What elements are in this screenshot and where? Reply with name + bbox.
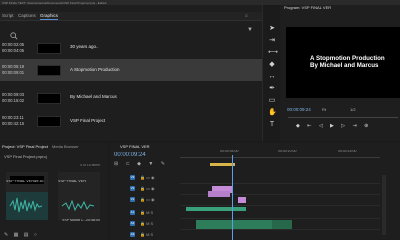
track-divider [180,205,380,206]
title-line-2: By Michael and Marcus [310,62,379,70]
project-footer-icons[interactable]: ✎ ▦ ▤ ○ [4,232,39,238]
track-lock-icon[interactable]: 🔒 ▭ ◉ [140,197,154,202]
ruler-label: 00:00:10:00 [278,150,297,153]
tab-script[interactable]: Script [2,13,14,18]
track-divider [180,229,380,230]
audio-clip[interactable] [272,220,292,229]
caption-thumbnail [37,93,61,104]
caption-in: 00:00:09:03 [2,92,25,97]
caption-row[interactable]: 00:00:09:03 00:00:15:02 By Michael and M… [0,87,262,109]
track-mute-icon[interactable]: 🔒 M S [140,232,153,237]
razor-icon[interactable]: ◆ [268,61,276,69]
project-item-duration: 49:16 [34,180,44,183]
panel-menu-icon[interactable]: ≡ [245,13,248,18]
program-scrubber[interactable] [288,117,398,118]
caption-in: 00:00:02:05 [2,42,25,47]
track-lock-icon[interactable]: 🔒 ▭ ◉ [140,186,154,191]
resolution-select[interactable]: 1/2 [350,108,356,112]
caption-row[interactable]: 00:00:05:19 00:00:09:01 A Stopmotion Pro… [0,59,262,81]
search-input[interactable] [10,27,28,40]
track-divider [180,183,380,184]
caption-row[interactable]: 00:00:23:11 00:00:42:15 VSP Final Projec… [0,112,262,134]
graphic-clip[interactable] [208,191,230,197]
ruler-label: 00:00:15:00 [338,150,357,153]
timeline-timecode[interactable]: 00:00:09:24 [114,152,146,158]
tab-project[interactable]: Project: VSP Final Project [2,145,48,149]
hand-tool-icon[interactable]: ✋ [268,109,277,117]
title-line-1: A Stopmotion Production [310,55,385,62]
track-mute-icon[interactable]: 🔒 M S [140,210,153,215]
audio-waveform-icon [9,197,43,213]
caption-thumbnail [37,43,61,54]
pen-tool-icon[interactable]: ✒ [268,85,276,93]
tab-captions[interactable]: Captions [18,13,36,18]
tools-panel: ➤ ⇥ ⟷ ◆ ↔ ✒ ▭ ✋ T [262,5,281,141]
project-item-name: VSP sound 1... [62,219,86,222]
track-target-v1[interactable]: V1 [130,197,135,202]
caption-row[interactable]: 00:00:02:05 00:00:04:05 30 years ago.. [0,38,262,60]
video-clip[interactable] [238,197,246,203]
timeline-tools[interactable]: ⊞ ⊂ ◆ ▼ ✎ [114,161,168,167]
ruler-label: 00:00:05:00 [220,150,239,153]
caption-out: 00:00:04:05 [2,48,25,53]
filter-icon[interactable]: ▼ [247,27,253,33]
timeline-scrollbar[interactable] [382,175,386,235]
tab-graphics[interactable]: Graphics [40,13,59,20]
track-target-v3[interactable]: V3 [130,175,135,180]
caption-out: 00:00:09:01 [2,70,25,75]
caption-thumbnail [37,116,61,127]
project-item[interactable] [58,192,100,220]
track-select-icon[interactable]: ⇥ [268,37,276,45]
track-target-a3[interactable]: A3 [130,232,135,237]
project-item-name: VSP FINAL VER [58,180,87,183]
caption-thumbnail [37,65,61,76]
caption-text: VSP Final Project [70,118,106,123]
project-path: VSP Final Project.prproj [4,155,47,159]
rectangle-tool-icon[interactable]: ▭ [268,97,276,105]
timeline-tab[interactable]: VSP FINAL VER [120,145,150,149]
ripple-edit-icon[interactable]: ⟷ [268,49,278,57]
item-count: 4 of 16 items [80,164,101,167]
track-target-v2[interactable]: V2 [130,186,135,191]
slip-tool-icon[interactable]: ↔ [268,73,276,81]
project-item-duration: 20:48:00 [86,219,100,222]
track-target-a1[interactable]: A1 [130,210,135,215]
track-lock-icon[interactable]: 🔒 ▭ ◉ [140,175,154,180]
project-item[interactable] [6,192,48,220]
time-ruler[interactable] [180,157,380,158]
caption-in: 00:00:23:11 [2,115,24,120]
audio-waveform-icon [61,199,95,212]
track-mute-icon[interactable]: 🔒 M S [140,221,153,226]
caption-out: 00:00:15:02 [2,98,25,103]
program-title-overlay: A Stopmotion Production By Michael and M… [310,55,385,69]
caption-out: 00:00:42:15 [2,121,25,126]
zoom-select[interactable]: Fit [322,108,326,112]
audio-clip[interactable] [186,207,246,211]
caption-in: 00:00:05:19 [2,64,25,69]
program-timecode[interactable]: 00:00:09:24 [287,108,311,113]
caption-text: By Michael and Marcus [70,94,117,99]
playhead[interactable] [232,155,233,240]
caption-text: A Stopmotion Production [70,67,120,72]
type-tool-icon[interactable]: T [268,121,276,129]
selection-tool-icon[interactable]: ➤ [268,25,276,33]
panel-tabs: Script Captions Graphics ≡ [0,12,262,21]
transport-controls[interactable]: ◆ ⇤ ◁ ▶ ▷ ⇥ ⊕ [296,123,371,129]
audio-clip[interactable] [196,220,272,229]
tab-media-browser[interactable]: Media Browser [52,145,79,149]
program-monitor-header[interactable]: Program: VSP FINAL VER [284,6,331,10]
project-item-name: VSP FINAL VER... [6,180,38,183]
caption-text: 30 years ago.. [70,44,99,49]
track-target-a2[interactable]: A2 [130,221,135,226]
track-divider [180,218,380,219]
